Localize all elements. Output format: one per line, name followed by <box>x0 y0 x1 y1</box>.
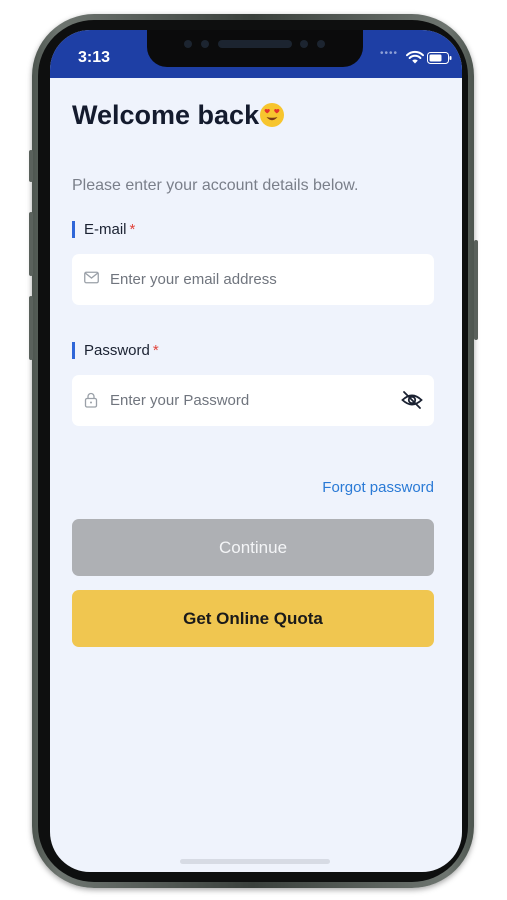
phone-side-button <box>29 150 33 182</box>
forgot-password-link[interactable]: Forgot password <box>322 479 434 496</box>
battery-icon <box>427 52 452 64</box>
page-title: Welcome back <box>72 100 285 131</box>
password-field[interactable] <box>72 375 434 426</box>
sensor-dot <box>201 40 209 48</box>
phone-volume-down-button <box>29 296 33 360</box>
password-input[interactable] <box>110 375 390 426</box>
phone-screen: 3:13 •••• Welcome back Please enter your… <box>50 30 462 872</box>
status-bar: 3:13 •••• <box>50 30 462 78</box>
front-camera <box>300 40 308 48</box>
email-label: E-mail * <box>72 221 135 238</box>
lock-icon <box>84 392 98 408</box>
mail-icon <box>84 271 99 284</box>
password-label: Password * <box>72 342 159 359</box>
password-label-text: Password <box>84 342 150 359</box>
eye-off-icon[interactable] <box>401 390 423 410</box>
signal-dots-icon: •••• <box>379 48 398 59</box>
heart-eyes-emoji-icon <box>260 103 285 127</box>
email-input[interactable] <box>110 254 390 305</box>
notch <box>147 30 363 67</box>
required-marker: * <box>129 221 136 238</box>
email-label-text: E-mail <box>84 221 127 238</box>
get-online-quota-button[interactable]: Get Online Quota <box>72 590 434 647</box>
email-field[interactable] <box>72 254 434 305</box>
sensor-dot <box>317 40 325 48</box>
status-time: 3:13 <box>78 49 111 66</box>
sensor-dot <box>184 40 192 48</box>
page-subtitle: Please enter your account details below. <box>72 177 359 194</box>
page-title-text: Welcome back <box>72 100 260 130</box>
required-marker: * <box>152 342 159 359</box>
speaker-grille <box>218 40 292 48</box>
continue-button[interactable]: Continue <box>72 519 434 576</box>
wifi-icon <box>406 50 424 64</box>
phone-volume-up-button <box>29 212 33 276</box>
home-indicator <box>180 859 330 864</box>
phone-power-button <box>474 240 478 340</box>
